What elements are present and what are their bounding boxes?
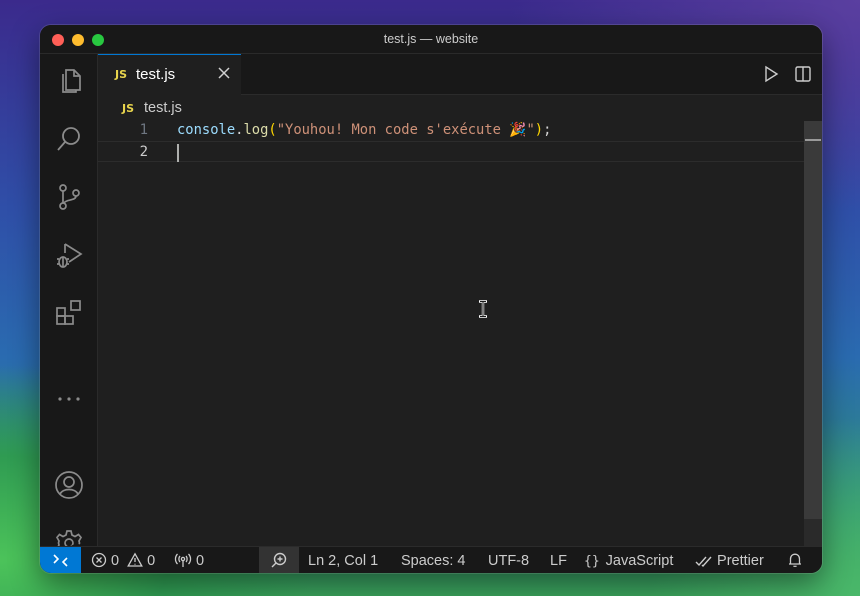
account-icon[interactable]: [54, 470, 84, 500]
files-icon[interactable]: [54, 66, 84, 96]
activity-bar: 1: [40, 54, 98, 564]
token-method: log: [243, 122, 269, 138]
javascript-file-icon: JS: [115, 68, 128, 81]
scrollbar-thumb[interactable]: [804, 121, 822, 519]
vertical-scrollbar[interactable]: [804, 121, 822, 547]
notifications-bell-icon[interactable]: [787, 552, 803, 570]
code-text: console.log("Youhou! Mon code s'exécute …: [177, 122, 551, 138]
token-close-paren: ): [534, 122, 544, 138]
error-count: 0: [111, 553, 120, 569]
token-open-paren: (: [268, 122, 277, 138]
breadcrumb-file[interactable]: test.js: [144, 100, 182, 116]
ibeam-cursor-icon: [477, 300, 489, 318]
error-icon: [91, 552, 107, 568]
token-semicolon: ;: [543, 122, 552, 138]
code-line-current[interactable]: 2: [98, 141, 804, 162]
line-number: 2: [139, 144, 148, 160]
text-cursor: [177, 144, 179, 162]
javascript-file-icon: JS: [122, 102, 135, 115]
search-icon[interactable]: [54, 124, 84, 154]
formatter-status[interactable]: Prettier: [695, 552, 764, 570]
line-number: 1: [139, 122, 148, 138]
warning-count: 0: [147, 553, 156, 569]
ports-count: 0: [196, 553, 205, 569]
more-icon[interactable]: [54, 384, 84, 414]
braces-icon: {}: [584, 554, 600, 569]
run-debug-icon[interactable]: [54, 240, 84, 270]
close-icon[interactable]: [216, 65, 232, 81]
extensions-icon[interactable]: [54, 298, 84, 328]
status-bar: 0 0 0 Ln 2, Col 1 Spaces: 4 UTF-8 LF {} …: [40, 546, 822, 573]
double-check-icon: [695, 556, 712, 568]
ports-indicator[interactable]: 0: [174, 552, 204, 570]
broadcast-icon: [174, 553, 192, 567]
token-string: "Youhou! Mon code s'exécute 🎉": [276, 122, 535, 138]
zoom-in-icon: [271, 552, 287, 568]
cursor-position-marker: [805, 139, 821, 141]
run-file-icon[interactable]: [762, 65, 780, 83]
source-control-icon[interactable]: [54, 182, 84, 212]
remote-indicator[interactable]: [40, 547, 81, 573]
editor-window: test.js — website JS test.js JS test.js …: [40, 25, 822, 573]
warning-icon: [127, 552, 144, 567]
end-of-line-setting[interactable]: LF: [550, 552, 567, 570]
tab-label: test.js: [136, 66, 176, 83]
language-label: JavaScript: [605, 553, 674, 569]
cursor-position[interactable]: Ln 2, Col 1: [308, 552, 378, 570]
language-mode[interactable]: {} JavaScript: [584, 552, 673, 570]
window-title: test.js — website: [383, 32, 479, 46]
code-editor[interactable]: 1 console.log("Youhou! Mon code s'exécut…: [98, 120, 822, 546]
tab-test-js[interactable]: JS test.js: [98, 54, 241, 95]
token-object: console: [177, 122, 236, 138]
title-bar: test.js — website: [40, 25, 822, 54]
tab-bar: JS test.js: [98, 54, 822, 95]
code-line[interactable]: 1 console.log("Youhou! Mon code s'exécut…: [98, 120, 804, 141]
zoom-button[interactable]: [259, 547, 299, 573]
indentation-setting[interactable]: Spaces: 4: [401, 552, 466, 570]
split-editor-icon[interactable]: [794, 65, 812, 83]
problems-indicator[interactable]: 0 0: [91, 552, 155, 570]
encoding-setting[interactable]: UTF-8: [488, 552, 529, 570]
formatter-label: Prettier: [717, 553, 764, 569]
